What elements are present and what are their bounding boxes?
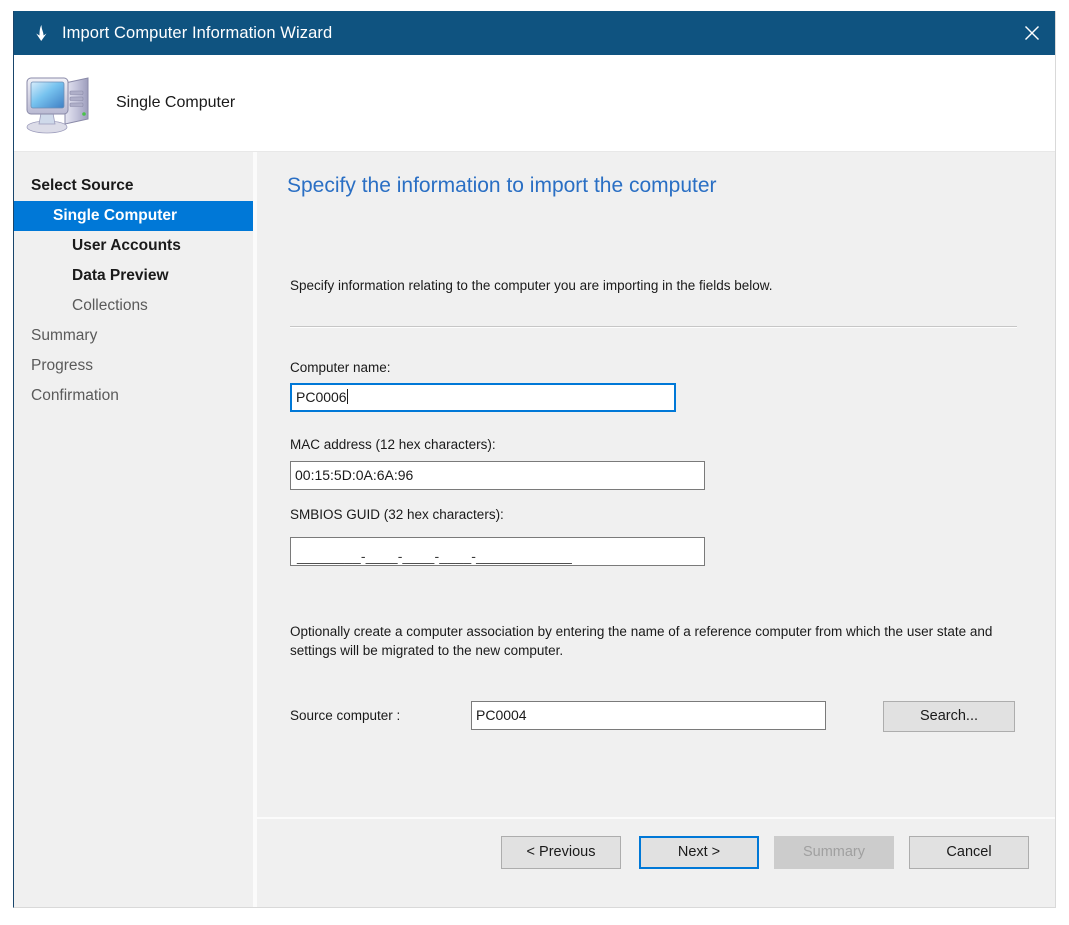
wizard-header: Single Computer (14, 55, 1055, 152)
content-panel: Specify the information to import the co… (257, 152, 1055, 817)
sidebar-item-single-computer[interactable]: Single Computer (14, 201, 253, 231)
source-computer-input[interactable]: PC0004 (471, 701, 826, 730)
section-divider (290, 326, 1017, 328)
header-title: Single Computer (116, 94, 235, 112)
sidebar-item-data-preview[interactable]: Data Preview (14, 261, 253, 291)
title-bar: Import Computer Information Wizard (14, 11, 1055, 55)
smbios-guid-mask: ________-____-____-____-____________ (297, 548, 572, 564)
wizard-steps-sidebar: Select Source Single Computer User Accou… (14, 152, 257, 907)
wizard-window: Import Computer Information Wizard (13, 11, 1056, 908)
sidebar-item-confirmation[interactable]: Confirmation (14, 381, 253, 411)
wizard-footer: < Previous Next > Summary Cancel (257, 817, 1055, 907)
association-description: Optionally create a computer association… (290, 622, 1030, 660)
summary-button: Summary (774, 836, 894, 869)
sidebar-item-select-source[interactable]: Select Source (14, 171, 253, 201)
intro-text: Specify information relating to the comp… (290, 278, 773, 293)
page-title: Specify the information to import the co… (287, 174, 717, 198)
computer-name-input[interactable]: PC0006 (290, 383, 676, 412)
sidebar-item-user-accounts[interactable]: User Accounts (14, 231, 253, 261)
smbios-guid-label: SMBIOS GUID (32 hex characters): (290, 507, 504, 522)
source-computer-label: Source computer : (290, 708, 400, 723)
close-icon[interactable] (1008, 11, 1055, 55)
computer-icon (24, 69, 98, 137)
next-button[interactable]: Next > (639, 836, 759, 869)
sidebar-item-progress[interactable]: Progress (14, 351, 253, 381)
mac-address-label: MAC address (12 hex characters): (290, 437, 496, 452)
computer-name-value: PC0006 (296, 389, 347, 405)
sidebar-item-collections[interactable]: Collections (14, 291, 253, 321)
window-title: Import Computer Information Wizard (62, 24, 332, 43)
wizard-body: Select Source Single Computer User Accou… (14, 152, 1055, 907)
mac-address-input[interactable]: 00:15:5D:0A:6A:96 (290, 461, 705, 490)
import-arrow-icon (28, 20, 54, 46)
previous-button[interactable]: < Previous (501, 836, 621, 869)
text-caret (347, 389, 348, 404)
cancel-button[interactable]: Cancel (909, 836, 1029, 869)
sidebar-item-summary[interactable]: Summary (14, 321, 253, 351)
search-button[interactable]: Search... (883, 701, 1015, 732)
computer-name-label: Computer name: (290, 360, 391, 375)
wizard-content: Specify the information to import the co… (257, 152, 1055, 907)
